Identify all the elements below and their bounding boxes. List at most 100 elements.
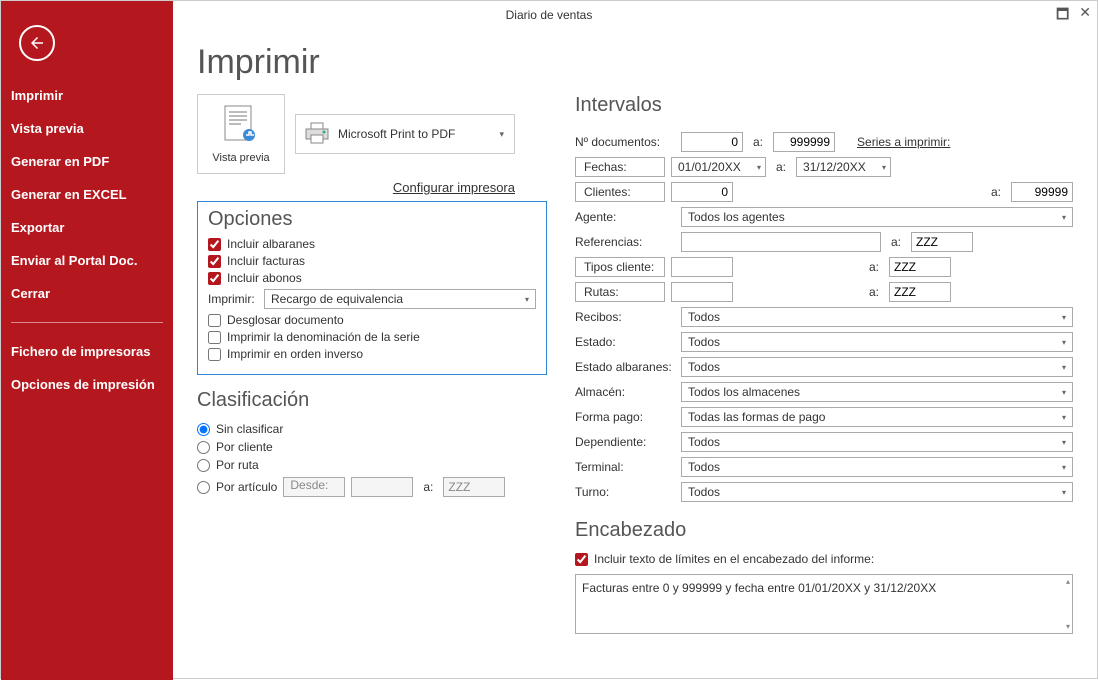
window-title: Diario de ventas [506, 8, 593, 22]
sidebar-item-print-options[interactable]: Opciones de impresión [1, 368, 173, 401]
caret-down-icon: ▾ [1062, 488, 1066, 497]
a-label: a: [869, 285, 879, 299]
preview-label: Vista previa [212, 152, 269, 164]
sidebar-item-export[interactable]: Exportar [1, 211, 173, 244]
sidebar: Imprimir Vista previa Generar en PDF Gen… [1, 1, 173, 680]
caret-down-icon: ▾ [1062, 438, 1066, 447]
receipts-select[interactable]: Todos▾ [681, 307, 1073, 327]
caret-down-icon: ▾ [1062, 338, 1066, 347]
clerk-label: Dependiente: [575, 435, 675, 449]
routes-from-input[interactable] [671, 282, 733, 302]
terminal-select[interactable]: Todos▾ [681, 457, 1073, 477]
a-label: a: [991, 185, 1001, 199]
client-types-to-input[interactable] [889, 257, 951, 277]
caret-down-icon: ▾ [757, 163, 761, 172]
scroll-up-icon[interactable]: ▴ [1066, 577, 1070, 586]
routes-to-input[interactable] [889, 282, 951, 302]
configure-printer-link[interactable]: Configurar impresora [197, 180, 515, 195]
agent-label: Agente: [575, 210, 675, 224]
back-button[interactable] [19, 25, 55, 61]
classification-title: Clasificación [197, 389, 547, 412]
routes-button[interactable]: Rutas: [575, 282, 665, 302]
docnum-to-input[interactable] [773, 132, 835, 152]
caret-down-icon: ▾ [1062, 413, 1066, 422]
docnum-label: Nº documentos: [575, 135, 675, 149]
options-section: Opciones Incluir albaranes Incluir factu… [197, 201, 547, 375]
intervals-title: Intervalos [575, 94, 1073, 117]
series-link[interactable]: Series a imprimir: [857, 135, 950, 149]
a-label: a: [753, 135, 763, 149]
a-label: a: [891, 235, 901, 249]
state-label: Estado: [575, 335, 675, 349]
payment-select[interactable]: Todas las formas de pago▾ [681, 407, 1073, 427]
printer-select[interactable]: Microsoft Print to PDF ▾ [295, 114, 515, 154]
shift-label: Turno: [575, 485, 675, 499]
sidebar-item-close[interactable]: Cerrar [1, 277, 173, 310]
maximize-icon[interactable]: 🗖 [1056, 4, 1069, 28]
refs-to-input[interactable] [911, 232, 973, 252]
refs-label: Referencias: [575, 235, 675, 249]
client-types-from-input[interactable] [671, 257, 733, 277]
print-series-name-checkbox[interactable]: Imprimir la denominación de la serie [208, 330, 536, 344]
caret-down-icon: ▾ [499, 129, 504, 140]
sidebar-item-print[interactable]: Imprimir [1, 79, 173, 112]
caret-down-icon: ▾ [1062, 213, 1066, 222]
client-types-button[interactable]: Tipos cliente: [575, 257, 665, 277]
state-select[interactable]: Todos▾ [681, 332, 1073, 352]
caret-down-icon: ▾ [1062, 388, 1066, 397]
print-mode-select[interactable]: Recargo de equivalencia▾ [264, 289, 536, 309]
breakdown-doc-checkbox[interactable]: Desglosar documento [208, 313, 536, 327]
radio-by-client[interactable]: Por cliente [197, 440, 547, 454]
sidebar-item-pdf[interactable]: Generar en PDF [1, 145, 173, 178]
sidebar-item-portal[interactable]: Enviar al Portal Doc. [1, 244, 173, 277]
article-a-label: a: [423, 480, 433, 494]
header-title: Encabezado [575, 519, 1073, 542]
sidebar-separator [11, 322, 163, 323]
clerk-select[interactable]: Todos▾ [681, 432, 1073, 452]
receipts-label: Recibos: [575, 310, 675, 324]
caret-down-icon: ▾ [882, 163, 886, 172]
radio-by-article[interactable]: Por artículo [197, 480, 277, 494]
caret-down-icon: ▾ [525, 295, 529, 304]
preview-button[interactable]: Vista previa [197, 94, 285, 174]
warehouse-label: Almacén: [575, 385, 675, 399]
dates-button[interactable]: Fechas: [575, 157, 665, 177]
sidebar-item-printers-file[interactable]: Fichero de impresoras [1, 335, 173, 368]
date-from-select[interactable]: 01/01/20XX▾ [671, 157, 766, 177]
a-label: a: [869, 260, 879, 274]
shift-select[interactable]: Todos▾ [681, 482, 1073, 502]
refs-from-input[interactable] [681, 232, 881, 252]
close-icon[interactable]: ✕ [1079, 4, 1091, 28]
terminal-label: Terminal: [575, 460, 675, 474]
delivery-state-select[interactable]: Todos▾ [681, 357, 1073, 377]
radio-by-route[interactable]: Por ruta [197, 458, 547, 472]
article-to-input[interactable] [443, 477, 505, 497]
a-label: a: [776, 160, 786, 174]
reverse-order-checkbox[interactable]: Imprimir en orden inverso [208, 347, 536, 361]
payment-label: Forma pago: [575, 410, 675, 424]
include-credits-checkbox[interactable]: Incluir abonos [208, 271, 536, 285]
agent-select[interactable]: Todos los agentes▾ [681, 207, 1073, 227]
printer-icon [304, 121, 330, 148]
article-from-input[interactable] [351, 477, 413, 497]
radio-unsorted[interactable]: Sin clasificar [197, 422, 547, 436]
print-mode-label: Imprimir: [208, 292, 258, 306]
date-to-select[interactable]: 31/12/20XX▾ [796, 157, 891, 177]
document-preview-icon [224, 105, 258, 148]
article-from-label: Desde: [283, 477, 345, 497]
scroll-down-icon[interactable]: ▾ [1066, 622, 1070, 631]
clients-from-input[interactable] [671, 182, 733, 202]
clients-button[interactable]: Clientes: [575, 182, 665, 202]
include-invoices-checkbox[interactable]: Incluir facturas [208, 254, 536, 268]
sidebar-item-preview[interactable]: Vista previa [1, 112, 173, 145]
sidebar-item-excel[interactable]: Generar en EXCEL [1, 178, 173, 211]
printer-name: Microsoft Print to PDF [338, 127, 455, 141]
page-title: Imprimir [197, 43, 1073, 82]
header-textarea[interactable]: Facturas entre 0 y 999999 y fecha entre … [575, 574, 1073, 634]
include-delivery-checkbox[interactable]: Incluir albaranes [208, 237, 536, 251]
include-limits-checkbox[interactable]: Incluir texto de límites en el encabezad… [575, 552, 1073, 566]
warehouse-select[interactable]: Todos los almacenes▾ [681, 382, 1073, 402]
caret-down-icon: ▾ [1062, 463, 1066, 472]
docnum-from-input[interactable] [681, 132, 743, 152]
clients-to-input[interactable] [1011, 182, 1073, 202]
